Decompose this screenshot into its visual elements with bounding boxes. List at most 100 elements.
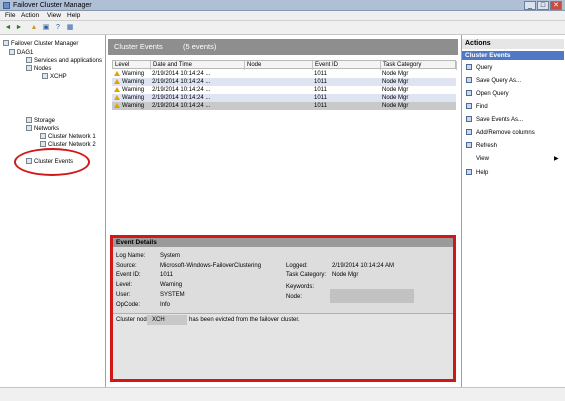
action-view[interactable]: View — [466, 155, 489, 163]
up-folder-icon[interactable]: ▲ — [30, 24, 38, 32]
date-cell: 2/19/2014 10:14:24 ... — [152, 79, 211, 85]
action-add-remove-columns[interactable]: Add/Remove columns — [466, 129, 535, 137]
level-cell: Warning — [114, 102, 144, 110]
action-open-query[interactable]: Open Query — [466, 90, 509, 98]
node-label: Node: — [286, 294, 303, 300]
action-find[interactable]: Find — [466, 103, 488, 111]
save-events-icon — [466, 116, 472, 123]
col-task-category[interactable]: Task Category — [381, 61, 457, 70]
level-cell: Warning — [114, 78, 144, 86]
properties-icon[interactable]: ▦ — [66, 24, 74, 32]
table-row[interactable]: Warning 2/19/2014 10:14:24 ... 1011 Node… — [112, 78, 456, 86]
tree-networks[interactable]: Networks — [26, 125, 59, 133]
network-icon — [40, 133, 46, 140]
message-text-a: Cluster node — [116, 317, 151, 323]
menu-help[interactable]: Help — [67, 12, 80, 20]
navigation-tree — [0, 35, 106, 387]
help-icon[interactable]: ? — [54, 24, 62, 32]
event-id-label: Event ID: — [116, 272, 141, 278]
save-icon — [466, 77, 472, 84]
menu-view[interactable]: View — [47, 12, 61, 20]
source-value: Microsoft-Windows-FailoverClustering — [160, 263, 262, 269]
tree-network-1-label: Cluster Network 1 — [48, 134, 96, 140]
menu-bar — [0, 11, 565, 21]
col-event-id[interactable]: Event ID — [313, 61, 381, 70]
level-label: Level: — [116, 282, 133, 288]
storage-icon — [26, 117, 32, 124]
warning-icon — [114, 70, 120, 76]
col-level[interactable]: Level — [113, 61, 151, 70]
services-icon — [26, 57, 32, 64]
table-row[interactable]: Warning 2/19/2014 10:14:24 ... 1011 Node… — [112, 94, 456, 102]
network-icon — [40, 141, 46, 148]
tree-cluster[interactable]: DAG1 — [9, 49, 33, 57]
submenu-arrow-icon: ▶ — [554, 156, 559, 162]
col-date[interactable]: Date and Time — [151, 61, 245, 70]
warning-icon — [114, 94, 120, 100]
opcode-value: Info — [160, 302, 171, 308]
redacted-node-value — [330, 289, 414, 303]
tree-services-label: Services and applications — [34, 58, 103, 64]
action-help[interactable]: Help — [466, 169, 488, 177]
event-id-cell: 1011 — [314, 95, 327, 101]
minimize-button[interactable]: _ — [524, 1, 536, 10]
task-category-value: Node Mgr — [332, 272, 359, 278]
find-icon — [466, 103, 472, 110]
event-id-cell: 1011 — [314, 87, 327, 93]
tree-node-xchp[interactable]: XCHP — [42, 73, 67, 81]
tree-nodes-label: Nodes — [34, 66, 52, 72]
table-row-selected[interactable]: Warning 2/19/2014 10:14:24 ... 1011 Node… — [112, 102, 456, 110]
col-node[interactable]: Node — [245, 61, 313, 70]
events-header: Cluster Events (5 events) — [108, 39, 458, 55]
user-value: SYSTEM — [160, 292, 185, 298]
tree-cluster-label: DAG1 — [17, 50, 34, 56]
event-id-cell: 1011 — [314, 103, 327, 109]
actions-section-header[interactable]: Cluster Events — [462, 51, 564, 60]
status-bar — [0, 387, 565, 401]
maximize-button[interactable]: □ — [537, 1, 549, 10]
toolbar — [0, 21, 565, 35]
tree-root[interactable]: Failover Cluster Manager — [3, 40, 78, 48]
action-save-events[interactable]: Save Events As... — [466, 116, 523, 124]
close-button[interactable]: ✕ — [550, 1, 562, 10]
warning-icon — [114, 86, 120, 92]
tree-storage[interactable]: Storage — [26, 117, 55, 125]
networks-icon — [26, 125, 32, 132]
menu-action[interactable]: Action — [21, 12, 39, 20]
category-cell: Node Mgr — [382, 79, 409, 85]
cluster-icon — [9, 49, 15, 56]
opcode-label: OpCode: — [116, 302, 141, 308]
actions-title: Actions — [462, 39, 564, 49]
events-title: Cluster Events — [114, 42, 163, 51]
actions-pane — [461, 35, 565, 387]
columns-icon — [466, 129, 472, 136]
tree-services[interactable]: Services and applications — [26, 57, 102, 65]
show-tree-icon[interactable]: ▣ — [42, 24, 50, 32]
cluster-manager-icon — [3, 40, 9, 47]
tree-root-label: Failover Cluster Manager — [11, 41, 79, 47]
date-cell: 2/19/2014 10:14:24 ... — [152, 95, 211, 101]
forward-icon[interactable]: ► — [15, 24, 23, 32]
action-query[interactable]: Query — [466, 64, 492, 72]
date-cell: 2/19/2014 10:14:24 ... — [152, 103, 211, 109]
action-save-query[interactable]: Save Query As... — [466, 77, 521, 85]
menu-file[interactable]: File — [5, 12, 15, 20]
open-folder-icon — [466, 90, 472, 97]
table-row[interactable]: Warning 2/19/2014 10:14:24 ... 1011 Node… — [112, 70, 456, 78]
action-refresh[interactable]: Refresh — [466, 142, 497, 150]
query-icon — [466, 64, 472, 71]
tree-networks-label: Networks — [34, 126, 60, 132]
tree-network-1[interactable]: Cluster Network 1 — [40, 133, 96, 141]
back-icon[interactable]: ◄ — [4, 24, 12, 32]
nodes-icon — [26, 65, 32, 72]
keywords-label: Keywords: — [286, 284, 315, 290]
tree-nodes[interactable]: Nodes — [26, 65, 51, 73]
message-text-b: has been evicted from the failover clust… — [189, 317, 300, 323]
window-title: Failover Cluster Manager — [13, 2, 92, 9]
table-row[interactable]: Warning 2/19/2014 10:14:24 ... 1011 Node… — [112, 86, 456, 94]
event-details-title: Event Details — [116, 239, 157, 246]
events-count: (5 events) — [183, 42, 217, 51]
help-book-icon — [466, 169, 472, 176]
warning-icon — [114, 78, 120, 84]
log-name-label: Log Name: — [116, 253, 146, 259]
